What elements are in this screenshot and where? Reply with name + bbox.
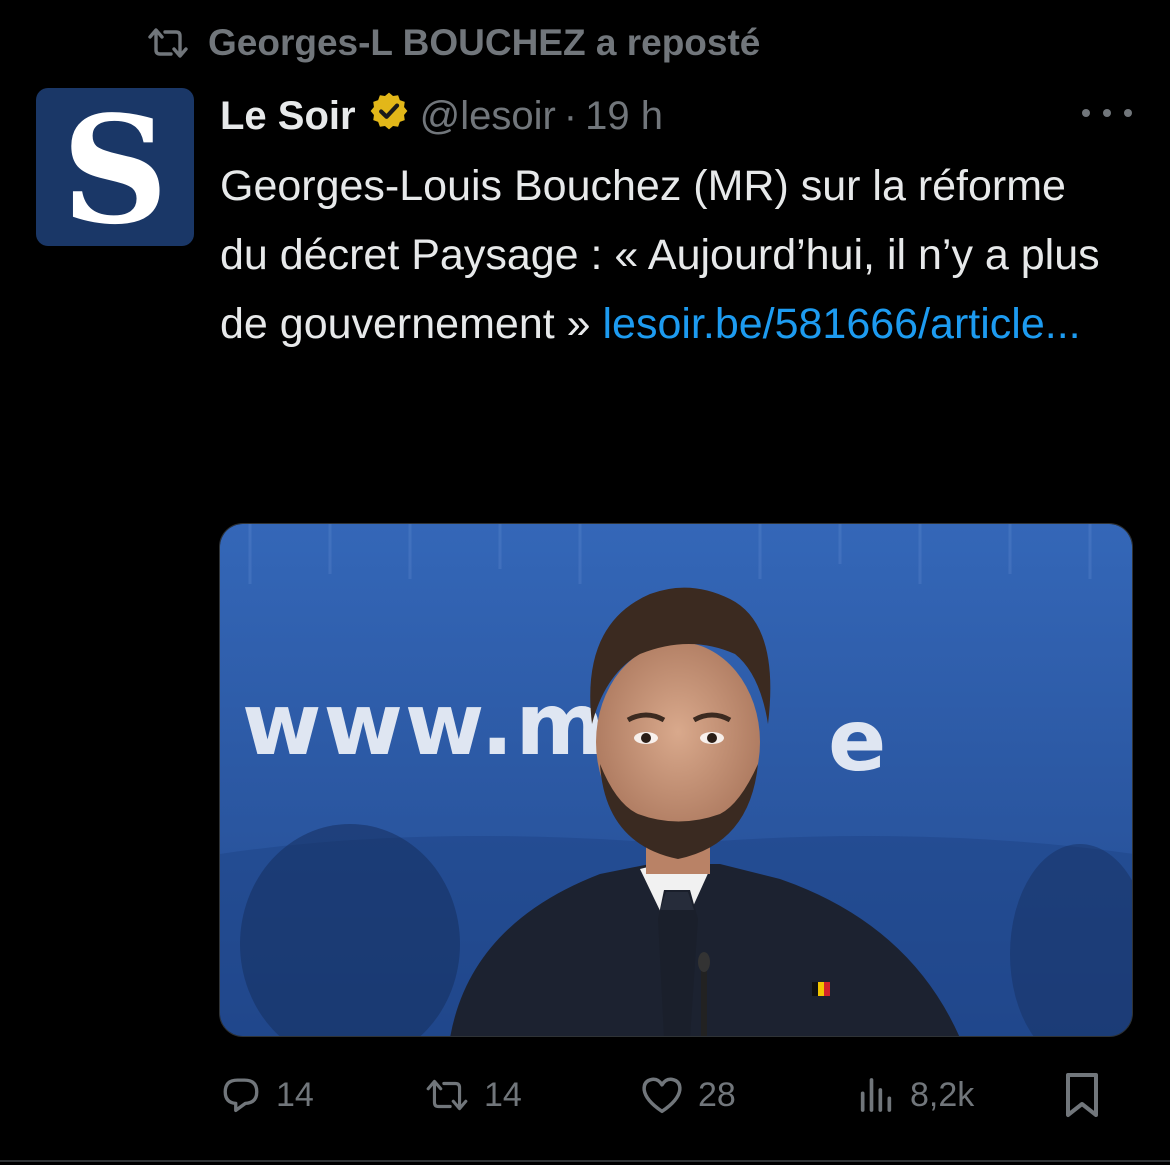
more-options-button[interactable] <box>1082 98 1132 128</box>
reply-count: 14 <box>276 1075 314 1114</box>
tweet-text: Georges-Louis Bouchez (MR) sur la réform… <box>220 152 1120 359</box>
more-dot <box>1082 109 1090 117</box>
backdrop-text: www.m <box>242 675 607 775</box>
author-handle[interactable]: @lesoir <box>420 94 556 139</box>
repost-banner[interactable]: Georges-L BOUCHEZ a reposté <box>146 18 760 68</box>
header-separator: · <box>563 93 578 138</box>
reply-icon <box>220 1074 262 1116</box>
views-button[interactable]: 8,2k <box>856 1060 974 1130</box>
views-count: 8,2k <box>910 1075 975 1114</box>
repost-icon <box>146 27 190 59</box>
repost-icon <box>424 1078 470 1112</box>
tweet-timestamp[interactable]: 19 h <box>585 94 663 139</box>
bookmark-icon <box>1062 1071 1102 1119</box>
repost-count: 14 <box>484 1075 522 1114</box>
more-dot <box>1124 109 1132 117</box>
views-icon <box>856 1075 896 1115</box>
tweet-action-bar: 14 14 28 8,2k <box>0 1060 1170 1130</box>
tweet-media-photo[interactable]: www.m e <box>219 523 1133 1037</box>
avatar[interactable]: S <box>36 88 194 246</box>
bookmark-button[interactable] <box>1062 1060 1102 1130</box>
tweet-link[interactable]: lesoir.be/581666/article... <box>603 300 1081 348</box>
repost-button[interactable]: 14 <box>424 1060 522 1130</box>
like-count: 28 <box>698 1075 736 1114</box>
author-display-name[interactable]: Le Soir <box>220 94 356 139</box>
tweet-divider <box>0 1160 1170 1162</box>
backdrop-text-tail: e <box>828 691 886 791</box>
tweet-header: Le Soir @lesoir · 19 h <box>220 88 663 144</box>
more-dot <box>1103 109 1111 117</box>
verified-badge-icon[interactable] <box>368 90 410 142</box>
heart-icon <box>640 1075 684 1115</box>
like-button[interactable]: 28 <box>640 1060 736 1130</box>
avatar-logo-letter: S <box>61 88 169 246</box>
repost-banner-text[interactable]: Georges-L BOUCHEZ a reposté <box>208 22 760 64</box>
reply-button[interactable]: 14 <box>220 1060 314 1130</box>
